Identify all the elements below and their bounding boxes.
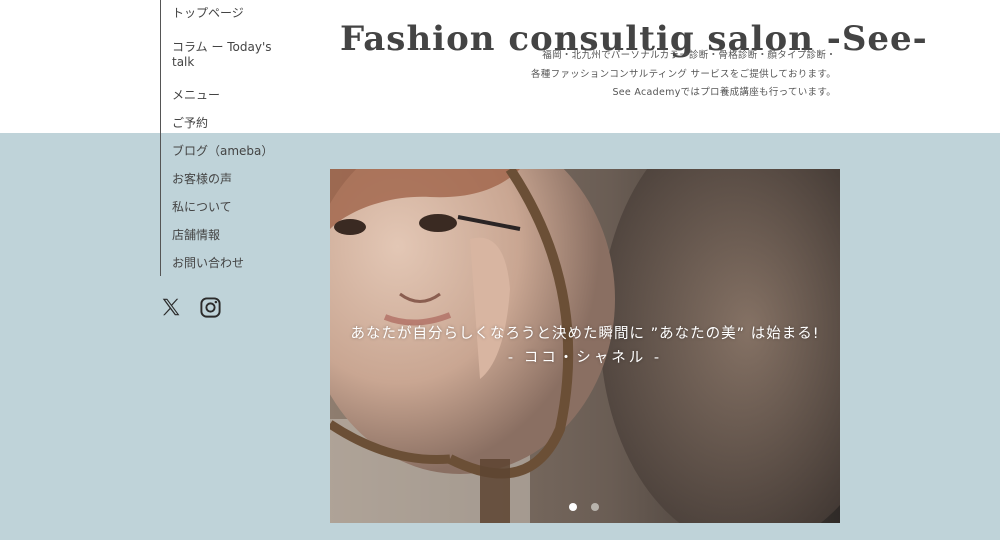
instagram-icon[interactable] <box>199 296 222 323</box>
nav-item-contact[interactable]: お問い合わせ <box>172 256 291 271</box>
hero-quote: あなたが自分らしくなろうと決めた瞬間に ”あなたの美” は始まる! <box>350 326 820 342</box>
slider-dot-2[interactable] <box>591 503 599 511</box>
hero-caption: あなたが自分らしくなろうと決めた瞬間に ”あなたの美” は始まる! - ココ・シ… <box>330 322 840 370</box>
description-line: See Academyではプロ養成講座も行っています。 <box>612 87 836 98</box>
nav-item-column[interactable]: コラム ー Today's talk <box>172 40 284 70</box>
nav-item-menu[interactable]: メニュー <box>172 88 291 103</box>
description-line: 福岡・北九州でパーソナルカラー診断・骨格診断・顔タイプ診断・ <box>542 50 836 61</box>
slider-dot-1[interactable] <box>569 503 577 511</box>
nav-item-top[interactable]: トップページ <box>172 6 291 21</box>
description-line: 各種ファッションコンサルティング サービスをご提供しております。 <box>530 68 836 80</box>
hero-quote-author: - ココ・シャネル - <box>507 350 663 366</box>
nav-item-voices[interactable]: お客様の声 <box>172 172 291 187</box>
nav-item-about[interactable]: 私について <box>172 200 291 215</box>
nav-item-shop-info[interactable]: 店舗情報 <box>172 228 291 243</box>
sidebar-nav: トップページ コラム ー Today's talk メニュー ご予約 ブログ（a… <box>160 0 291 276</box>
site-description: 福岡・北九州でパーソナルカラー診断・骨格診断・顔タイプ診断・ 各種ファッションコ… <box>531 47 836 103</box>
nav-item-blog[interactable]: ブログ（ameba） <box>172 144 291 159</box>
hero-slider[interactable]: あなたが自分らしくなろうと決めた瞬間に ”あなたの美” は始まる! - ココ・シ… <box>330 169 840 523</box>
x-icon[interactable] <box>160 296 182 322</box>
nav-item-reservation[interactable]: ご予約 <box>172 116 291 131</box>
